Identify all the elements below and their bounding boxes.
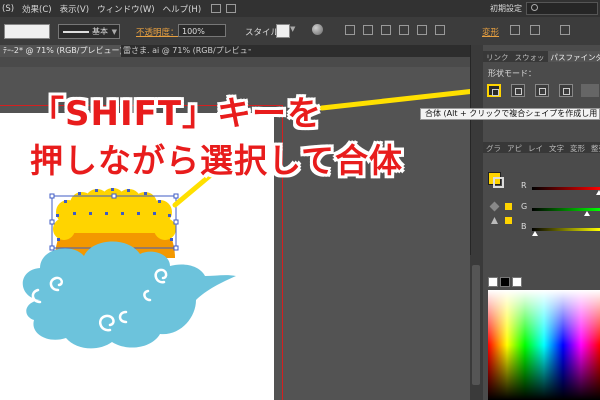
out-of-gamut-cube-icon[interactable] <box>489 201 500 212</box>
none-swatch[interactable] <box>488 277 498 287</box>
stroke-weight-value: 基本 <box>92 27 108 36</box>
black-swatch[interactable] <box>500 277 510 287</box>
transform-options-icon[interactable] <box>530 25 540 35</box>
tab-swatches[interactable]: スウォッ <box>512 51 548 62</box>
panel-menu-icon[interactable] <box>560 25 570 35</box>
menu-bar: (S) 効果(C) 表示(V) ウィンドウ(W) ヘルプ(H) 初期設定 <box>0 0 600 17</box>
menu-effect[interactable]: 効果(C) <box>22 3 52 15</box>
scroll-thumb[interactable] <box>472 265 480 385</box>
chevron-down-icon[interactable]: ▼ <box>290 25 295 33</box>
unite-button[interactable] <box>487 84 501 97</box>
menu-view[interactable]: 表示(V) <box>60 3 89 15</box>
tab-pathfinder[interactable]: パスファインダー <box>547 51 600 62</box>
tab-appearance[interactable]: アピ <box>504 142 525 153</box>
red-slider-thumb[interactable] <box>596 190 600 195</box>
menubar-icons <box>211 4 237 13</box>
align-icon[interactable] <box>345 25 355 35</box>
panel-tabs: リンク スウォッ パスファインダー <box>483 51 600 62</box>
control-bar: 基本 ▼ 不透明度： 100% スタイル： ▼ 変形 <box>0 17 600 45</box>
tab-document-1[interactable]: ﾃｰ-2* @ 71% (RGB/プレビュー)× <box>0 45 121 57</box>
document-tabs: ﾃｰ-2* @ 71% (RGB/プレビュー)× 雷さま. ai @ 71% (… <box>0 45 470 57</box>
isolate-icon[interactable] <box>510 25 520 35</box>
opacity-field[interactable]: 100% <box>178 24 226 37</box>
tab-links[interactable]: リンク <box>483 51 512 62</box>
web-safe-color-swatch[interactable] <box>505 217 512 224</box>
warning-icon[interactable] <box>491 217 498 224</box>
expand-button[interactable] <box>581 84 599 97</box>
menu-help[interactable]: ヘルプ(H) <box>163 3 202 15</box>
exclude-icon <box>563 88 570 95</box>
arrange-documents-icon[interactable] <box>226 4 237 13</box>
gamut-color-swatch[interactable] <box>505 203 512 210</box>
tab-character[interactable]: 文字 <box>546 142 567 153</box>
recolor-artwork-icon[interactable] <box>312 24 323 35</box>
opacity-label[interactable]: 不透明度： <box>136 26 179 38</box>
unite-tooltip: 合体 (Alt + クリックで複合シェイプを作成し用 <box>420 108 600 120</box>
lower-panel-tabs: グラ アピ レイ 文字 変形 整列 カ <box>483 142 600 153</box>
transform-link[interactable]: 変形 <box>482 26 499 38</box>
pathfinder-panel: リンク スウォッ パスファインダー 形状モード： グラ アピ レイ 文字 変形 … <box>483 45 600 400</box>
help-search-input[interactable] <box>526 2 598 15</box>
menu-window[interactable]: ウィンドウ(W) <box>97 3 155 15</box>
tab-gradient[interactable]: グラ <box>483 142 504 153</box>
align-bottom-icon[interactable] <box>435 25 445 35</box>
tab-transform[interactable]: 変形 <box>567 142 588 153</box>
fill-swatch-dropdown[interactable] <box>4 24 50 39</box>
stroke-weight-dropdown[interactable]: 基本 ▼ <box>58 24 120 39</box>
blue-slider-thumb[interactable] <box>532 231 538 236</box>
headline-line-1: 「SHIFT」キーを <box>30 94 323 134</box>
chevron-down-icon: ▼ <box>111 27 117 36</box>
intersect-button[interactable] <box>535 84 549 97</box>
align-right-icon[interactable] <box>381 25 391 35</box>
headline-line-2: 押しながら選択して合体 <box>30 141 404 180</box>
minus-front-icon <box>515 88 522 95</box>
green-label: G <box>521 202 528 211</box>
stroke-line-icon <box>63 30 89 33</box>
minus-front-button[interactable] <box>511 84 525 97</box>
blue-label: B <box>521 222 527 231</box>
blue-slider[interactable] <box>532 228 600 236</box>
intersect-icon <box>539 88 546 95</box>
search-icon <box>531 4 538 11</box>
white-swatch[interactable] <box>512 277 522 287</box>
align-middle-icon[interactable] <box>417 25 427 35</box>
vertical-scrollbar[interactable] <box>470 255 482 400</box>
stroke-color-swatch[interactable] <box>493 177 504 188</box>
graphic-style-swatch[interactable] <box>276 24 290 38</box>
green-slider[interactable] <box>532 208 600 216</box>
none-black-white-swatches <box>488 277 522 287</box>
workspace-switcher[interactable]: 初期設定 <box>490 3 522 14</box>
align-top-icon[interactable] <box>399 25 409 35</box>
align-center-icon[interactable] <box>363 25 373 35</box>
exclude-button[interactable] <box>559 84 573 97</box>
tab-layers[interactable]: レイ <box>525 142 546 153</box>
unite-icon <box>492 89 499 96</box>
bridge-icon[interactable] <box>211 4 222 13</box>
red-label: R <box>521 181 527 190</box>
color-spectrum[interactable] <box>488 290 600 400</box>
green-slider-thumb[interactable] <box>584 211 590 216</box>
tab-document-2[interactable]: 雷さま. ai @ 71% (RGB/プレビュー)× <box>120 45 251 57</box>
tab-align[interactable]: 整列 <box>588 142 600 153</box>
horizontal-ruler <box>0 57 470 67</box>
red-slider[interactable] <box>532 187 600 195</box>
shape-mode-label: 形状モード： <box>488 69 536 78</box>
menu-select[interactable]: (S) <box>2 4 14 14</box>
